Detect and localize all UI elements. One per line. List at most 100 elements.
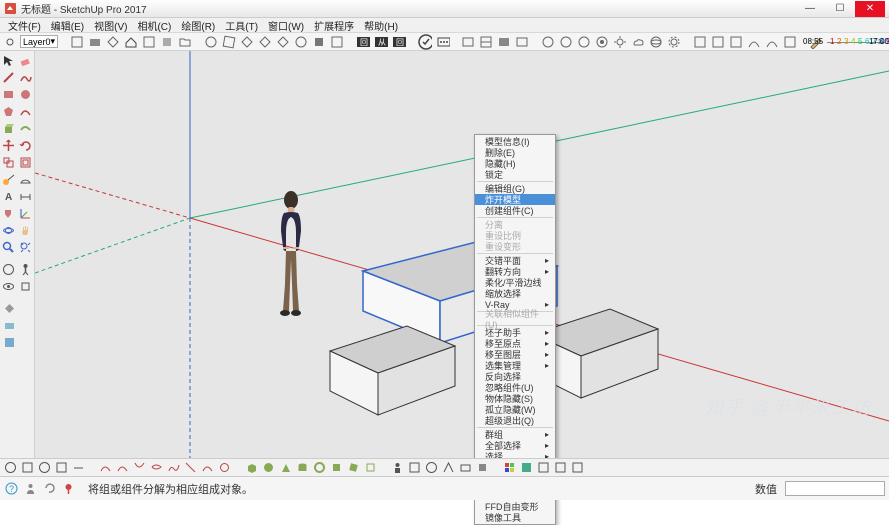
solid-icon[interactable] bbox=[244, 460, 259, 475]
menu-draw[interactable]: 绘图(R) bbox=[176, 18, 220, 33]
circle-tool[interactable] bbox=[18, 86, 34, 102]
toolbar-icon[interactable] bbox=[54, 460, 69, 475]
person-icon[interactable] bbox=[390, 460, 405, 475]
color-icon[interactable] bbox=[502, 460, 517, 475]
toolbar-icon[interactable] bbox=[783, 35, 797, 49]
time-ruler[interactable]: 08:55 1 2 3 4 5 6 7 8 9 10 11 12 17:00 bbox=[827, 36, 885, 48]
toolbar-icon[interactable] bbox=[258, 35, 272, 49]
walk-tool[interactable] bbox=[18, 261, 34, 277]
context-menu-item[interactable]: 创建组件(C) bbox=[475, 205, 555, 216]
toolbar-icon[interactable] bbox=[693, 35, 707, 49]
toolbar-icon[interactable] bbox=[570, 460, 585, 475]
toolbar-icon[interactable] bbox=[20, 460, 35, 475]
curve-icon[interactable] bbox=[132, 460, 147, 475]
menu-help[interactable]: 帮助(H) bbox=[359, 18, 403, 33]
context-menu-item[interactable]: 锁定 bbox=[475, 169, 555, 180]
toolbar-icon[interactable] bbox=[497, 35, 511, 49]
scale-tool[interactable] bbox=[1, 154, 17, 170]
toolbar-icon[interactable] bbox=[765, 35, 779, 49]
solid-icon[interactable] bbox=[295, 460, 310, 475]
toolbar-icon[interactable] bbox=[142, 35, 156, 49]
toolbar-icon[interactable] bbox=[160, 35, 174, 49]
toolbar-icon[interactable] bbox=[553, 460, 568, 475]
context-menu-item[interactable]: 关联相似组件(U) bbox=[475, 313, 555, 324]
context-menu-item[interactable]: 重设变形 bbox=[475, 241, 555, 252]
menu-view[interactable]: 视图(V) bbox=[89, 18, 132, 33]
menu-file[interactable]: 文件(F) bbox=[3, 18, 46, 33]
pan-tool[interactable] bbox=[18, 222, 34, 238]
ext-tool[interactable] bbox=[1, 317, 17, 333]
solid-icon[interactable] bbox=[312, 460, 327, 475]
circle-icon[interactable] bbox=[559, 35, 573, 49]
orbit-tool[interactable] bbox=[1, 222, 17, 238]
menu-camera[interactable]: 相机(C) bbox=[132, 18, 176, 33]
home-icon[interactable] bbox=[124, 35, 138, 49]
ext-tool[interactable] bbox=[1, 334, 17, 350]
look-tool[interactable] bbox=[1, 278, 17, 294]
close-button[interactable]: ✕ bbox=[855, 1, 885, 17]
curve-icon[interactable] bbox=[200, 460, 215, 475]
toolbar-icon[interactable] bbox=[276, 35, 290, 49]
rotate-tool[interactable] bbox=[18, 137, 34, 153]
circle-icon[interactable] bbox=[595, 35, 609, 49]
solid-icon[interactable] bbox=[346, 460, 361, 475]
menu-window[interactable]: 窗口(W) bbox=[263, 18, 309, 33]
move-tool[interactable] bbox=[1, 137, 17, 153]
toolbar-icon[interactable] bbox=[37, 460, 52, 475]
toolbar-icon[interactable] bbox=[70, 35, 84, 49]
freehand-tool[interactable] bbox=[18, 69, 34, 85]
toolbar-icon[interactable] bbox=[711, 35, 725, 49]
axes-tool[interactable] bbox=[18, 205, 34, 221]
minimize-button[interactable]: — bbox=[795, 1, 825, 17]
curve-icon[interactable] bbox=[166, 460, 181, 475]
sync-icon[interactable] bbox=[42, 481, 57, 496]
context-menu-item[interactable]: 镜像工具 bbox=[475, 512, 555, 523]
rect-tool[interactable] bbox=[1, 86, 17, 102]
eraser-tool[interactable] bbox=[18, 52, 34, 68]
sun-icon[interactable] bbox=[613, 35, 627, 49]
suggest-icon[interactable] bbox=[436, 35, 450, 49]
toolbar-icon[interactable] bbox=[747, 35, 761, 49]
select-tool[interactable] bbox=[1, 52, 17, 68]
solid-icon[interactable] bbox=[278, 460, 293, 475]
curve-icon[interactable] bbox=[149, 460, 164, 475]
person-icon[interactable] bbox=[23, 481, 38, 496]
context-menu-item[interactable]: 超级退出(Q) bbox=[475, 415, 555, 426]
layer-visible-icon[interactable] bbox=[4, 35, 16, 49]
toolbar-icon[interactable] bbox=[515, 35, 529, 49]
toolbar-icon[interactable] bbox=[294, 35, 308, 49]
toolbar-icon[interactable] bbox=[475, 460, 490, 475]
toolbar-icon[interactable] bbox=[441, 460, 456, 475]
folder-icon[interactable] bbox=[178, 35, 192, 49]
value-input[interactable] bbox=[785, 481, 885, 496]
curve-icon[interactable] bbox=[115, 460, 130, 475]
paint-tool[interactable] bbox=[1, 205, 17, 221]
toolbar-label-icon[interactable]: 回 bbox=[356, 35, 370, 49]
tape-tool[interactable] bbox=[1, 171, 17, 187]
maximize-button[interactable]: ☐ bbox=[825, 1, 855, 17]
protractor-tool[interactable] bbox=[18, 171, 34, 187]
arc-tool[interactable] bbox=[18, 103, 34, 119]
polygon-tool[interactable] bbox=[1, 103, 17, 119]
toolbar-label-icon[interactable]: 回 bbox=[392, 35, 406, 49]
circle-icon[interactable] bbox=[541, 35, 555, 49]
curve-icon[interactable] bbox=[98, 460, 113, 475]
zoom-extents-tool[interactable] bbox=[18, 239, 34, 255]
toolbar-icon[interactable] bbox=[71, 460, 86, 475]
toolbar-icon[interactable] bbox=[458, 460, 473, 475]
toolbar-icon[interactable] bbox=[729, 35, 743, 49]
pin-icon[interactable] bbox=[61, 481, 76, 496]
toolbar-icon[interactable] bbox=[407, 460, 422, 475]
solid-icon[interactable] bbox=[363, 460, 378, 475]
line-tool[interactable] bbox=[1, 69, 17, 85]
color-icon[interactable] bbox=[519, 460, 534, 475]
layer-dropdown[interactable]: Layer0▾ bbox=[20, 35, 58, 48]
toolbar-icon[interactable] bbox=[222, 35, 236, 49]
toolbar-icon[interactable] bbox=[330, 35, 344, 49]
section-tool[interactable] bbox=[1, 261, 17, 277]
ext-tool[interactable] bbox=[1, 300, 17, 316]
toolbar-label-icon[interactable]: 从 bbox=[374, 35, 388, 49]
zoom-tool[interactable] bbox=[1, 239, 17, 255]
menu-extensions[interactable]: 扩展程序 bbox=[309, 18, 359, 33]
context-menu-item[interactable]: 缩放选择 bbox=[475, 288, 555, 299]
